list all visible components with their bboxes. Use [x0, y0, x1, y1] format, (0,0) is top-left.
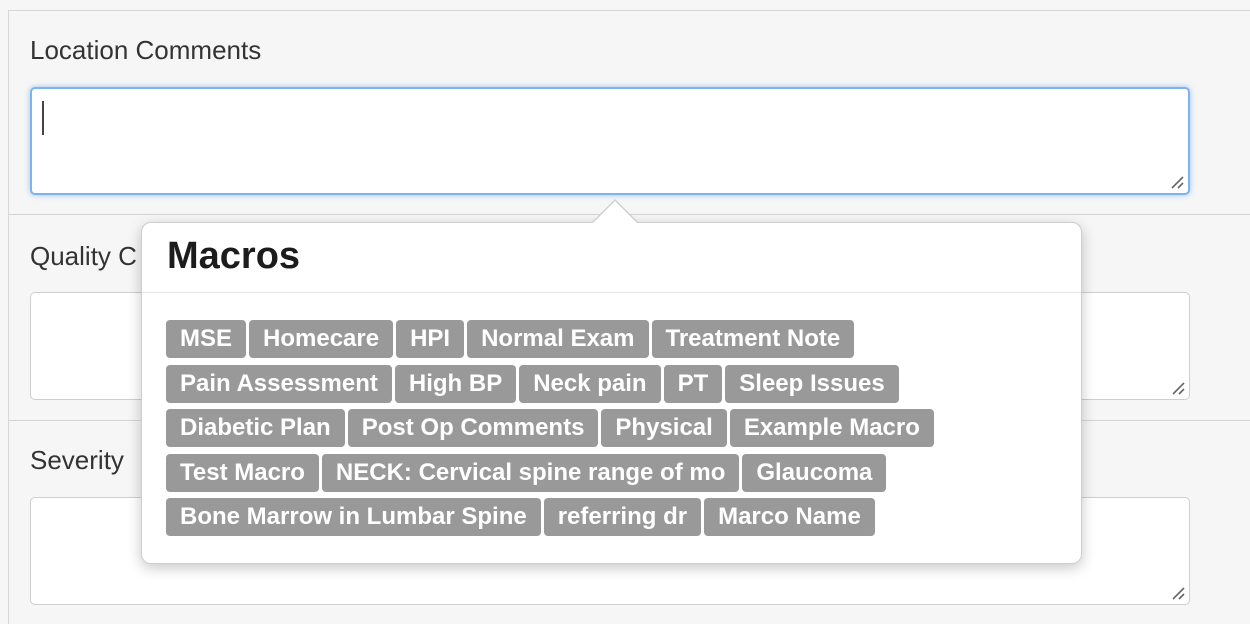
macro-button[interactable]: NECK: Cervical spine range of mo — [321, 453, 740, 492]
resize-grip-icon[interactable] — [1170, 175, 1184, 189]
macro-button[interactable]: PT — [663, 364, 723, 403]
macro-button[interactable]: High BP — [394, 364, 517, 403]
popover-title: Macros — [167, 235, 301, 277]
macro-row: Bone Marrow in Lumbar Spine referring dr M… — [166, 498, 1066, 538]
field-label: Severity — [30, 445, 124, 475]
popover-arrow — [591, 199, 639, 223]
macro-button[interactable]: referring dr — [543, 498, 702, 536]
macro-row: MSE Homecare HPI Normal Exam Treatment Note — [166, 320, 1066, 360]
macro-row: Diabetic Plan Post Op Comments Physical Exa… — [166, 409, 1066, 449]
macro-button[interactable]: Neck pain — [519, 364, 661, 403]
macro-row: Pain Assessment High BP Neck pain PT Sleep I… — [166, 364, 1066, 405]
macro-button[interactable]: Bone Marrow in Lumbar Spine — [166, 498, 541, 536]
macro-button[interactable]: HPI — [396, 320, 465, 358]
macro-button[interactable]: Diabetic Plan — [166, 409, 345, 447]
macro-button[interactable]: Homecare — [249, 320, 394, 358]
macro-button[interactable]: Physical — [601, 409, 727, 447]
text-cursor — [42, 101, 44, 135]
form-page: Location Comments Quality C Severity Mac… — [0, 0, 1250, 624]
macro-button[interactable]: Treatment Note — [651, 320, 855, 358]
macro-row: Test Macro NECK: Cervical spine range of … — [166, 453, 1066, 494]
macros-popover: Macros MSE Homecare HPI Normal Exam Treatmen… — [141, 199, 1082, 564]
macro-button[interactable]: Pain Assessment — [166, 364, 392, 403]
macro-button[interactable]: Post Op Comments — [347, 409, 599, 447]
popover-header: Macros — [142, 223, 1081, 293]
field-label: Location Comments — [30, 35, 262, 65]
macro-list: MSE Homecare HPI Normal Exam Treatment Note P… — [166, 320, 1066, 543]
macro-button[interactable]: Normal Exam — [467, 320, 649, 358]
location-comments-textarea[interactable] — [30, 87, 1190, 195]
macro-button[interactable]: Example Macro — [729, 409, 934, 447]
field-label: Quality C — [30, 241, 137, 271]
macro-button[interactable]: Test Macro — [166, 453, 319, 492]
macro-button[interactable]: Sleep Issues — [725, 364, 899, 403]
resize-grip-icon[interactable] — [1171, 586, 1185, 600]
resize-grip-icon[interactable] — [1171, 381, 1185, 395]
macro-button[interactable]: MSE — [166, 320, 247, 358]
macro-button[interactable]: Glaucoma — [742, 453, 887, 492]
macro-button[interactable]: Marco Name — [704, 498, 875, 536]
location-comments-section: Location Comments — [9, 11, 1250, 215]
